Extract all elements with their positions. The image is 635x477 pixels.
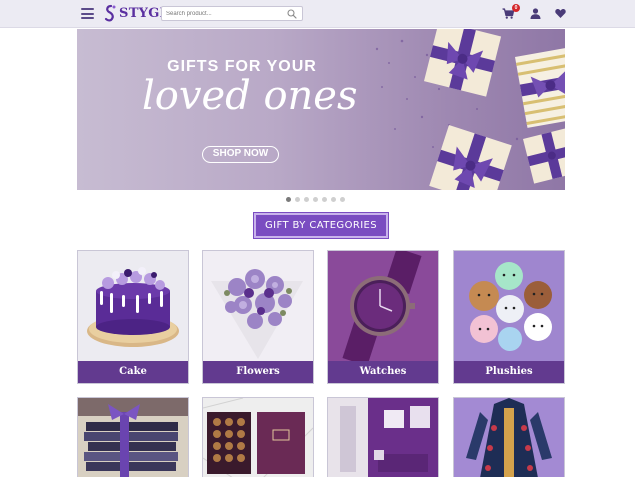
search-icon[interactable] bbox=[287, 9, 297, 19]
category-tile-books[interactable] bbox=[77, 397, 189, 477]
fashion-image bbox=[454, 398, 564, 477]
top-navbar: STYGEN 0 bbox=[0, 0, 635, 28]
wishlist-heart-icon[interactable] bbox=[555, 8, 566, 19]
home-decor-image bbox=[328, 398, 438, 477]
plushies-image bbox=[454, 251, 564, 361]
category-label: Cake bbox=[78, 361, 188, 383]
flowers-image bbox=[203, 251, 313, 361]
category-tile-home-decor[interactable] bbox=[327, 397, 439, 477]
carousel-dots bbox=[286, 197, 345, 203]
category-tile-fashion[interactable] bbox=[453, 397, 565, 477]
carousel-dot[interactable] bbox=[340, 197, 345, 202]
hero-banner[interactable]: GIFTS FOR YOUR loved ones SHOP NOW bbox=[77, 29, 565, 190]
watch-image bbox=[328, 251, 438, 361]
category-label: Plushies bbox=[454, 361, 564, 383]
carousel-dot[interactable] bbox=[304, 197, 309, 202]
logo-mark-icon bbox=[104, 4, 116, 22]
hamburger-menu-icon[interactable] bbox=[81, 8, 94, 19]
category-label: Watches bbox=[328, 361, 438, 383]
search-box bbox=[161, 6, 303, 21]
category-tile-cake[interactable]: Cake bbox=[77, 250, 189, 384]
cake-image bbox=[78, 251, 188, 361]
carousel-dot[interactable] bbox=[331, 197, 336, 202]
carousel-dot[interactable] bbox=[313, 197, 318, 202]
carousel-dot[interactable] bbox=[295, 197, 300, 202]
user-icon[interactable] bbox=[530, 8, 541, 19]
shop-now-button[interactable]: SHOP NOW bbox=[202, 146, 279, 163]
category-tile-watches[interactable]: Watches bbox=[327, 250, 439, 384]
category-tile-chocolates[interactable] bbox=[202, 397, 314, 477]
banner-script-text: loved ones bbox=[142, 73, 358, 119]
category-tile-flowers[interactable]: Flowers bbox=[202, 250, 314, 384]
category-label: Flowers bbox=[203, 361, 313, 383]
section-title: GIFT BY CATEGORIES bbox=[254, 213, 388, 238]
cart-count-badge: 0 bbox=[512, 4, 520, 12]
carousel-dot[interactable] bbox=[286, 197, 291, 202]
chocolates-image bbox=[203, 398, 313, 477]
carousel-dot[interactable] bbox=[322, 197, 327, 202]
books-image bbox=[78, 398, 188, 477]
search-input[interactable] bbox=[166, 8, 284, 19]
category-tile-plushies[interactable]: Plushies bbox=[453, 250, 565, 384]
